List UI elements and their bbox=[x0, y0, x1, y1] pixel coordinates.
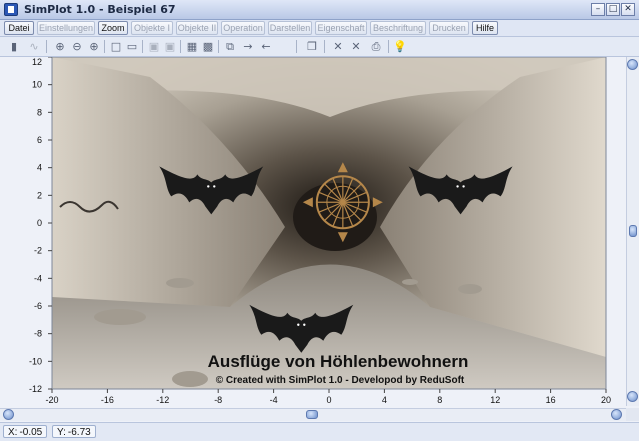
y-tick-label: -12 bbox=[29, 384, 42, 394]
scroll-left-arrow-icon[interactable] bbox=[3, 409, 14, 420]
zoom-fit-icon[interactable]: ⊕ bbox=[86, 39, 102, 54]
y-tick-label: 2 bbox=[37, 190, 42, 200]
zoom-out-icon[interactable]: ⊖ bbox=[69, 39, 85, 54]
menu-objekte-1[interactable]: Objekte I bbox=[131, 21, 173, 35]
close-x-icon[interactable]: ✕ bbox=[330, 39, 346, 54]
y-tick-label: 12 bbox=[32, 57, 42, 67]
toolbar-separator bbox=[46, 40, 47, 53]
frame2-icon[interactable]: ▣ bbox=[162, 39, 178, 54]
scroll-down-arrow-icon[interactable] bbox=[627, 391, 638, 402]
toolbar-separator bbox=[180, 40, 181, 53]
table-icon[interactable]: ▦ bbox=[184, 39, 200, 54]
menu-operation[interactable]: Operation bbox=[221, 21, 265, 35]
close-x2-icon[interactable]: ✕ bbox=[348, 39, 364, 54]
plot-caption: Ausflüge von Höhlenbewohnern bbox=[208, 352, 469, 371]
x-tick-label: 0 bbox=[326, 395, 331, 405]
window-title: SimPlot 1.0 - Beispiel 67 bbox=[24, 3, 176, 16]
close-button[interactable]: ✕ bbox=[621, 3, 635, 16]
menu-zoom[interactable]: Zoom bbox=[98, 21, 128, 35]
menu-beschriftung[interactable]: Beschriftung bbox=[370, 21, 426, 35]
vertical-scroll-thumb[interactable] bbox=[629, 225, 637, 237]
x-tick-label: -4 bbox=[270, 395, 278, 405]
x-tick-label: -20 bbox=[45, 395, 58, 405]
toolbar-separator bbox=[388, 40, 389, 53]
x-tick-label: -8 bbox=[214, 395, 222, 405]
toolbar: ▮ ∿ ⊕ ⊖ ⊕ □ ▭ ▣ ▣ ▦ ▩ ⧉ → ← ❐ ✕ ✕ ⎙ 💡 bbox=[0, 37, 639, 57]
menu-darstellen[interactable]: Darstellen bbox=[268, 21, 312, 35]
print-icon[interactable]: ⎙ bbox=[368, 39, 384, 54]
x-tick-label: 12 bbox=[490, 395, 500, 405]
bat-eye bbox=[207, 185, 210, 188]
x-tick-label: -16 bbox=[101, 395, 114, 405]
plot-area[interactable]: 12 10 8 6 4 2 0 -2 -4 -6 -8 -10 -12 -20 -16 -12 -8 -4 0 4 8 1… bbox=[0, 57, 626, 406]
horizontal-scroll-thumb[interactable] bbox=[306, 410, 318, 419]
y-tick-label: 4 bbox=[37, 163, 42, 173]
help-bulb-icon[interactable]: 💡 bbox=[392, 39, 408, 54]
frame-icon[interactable]: ▣ bbox=[146, 39, 162, 54]
y-tick-label: -6 bbox=[34, 301, 42, 311]
vertical-scrollbar[interactable] bbox=[626, 57, 639, 406]
x-tick-label: 16 bbox=[546, 395, 556, 405]
plot-canvas[interactable]: 121086420-2-4-6-8-10-12-20 -16 -12 -8 -4 0 4 8 1… bbox=[0, 57, 626, 406]
calculator-icon[interactable]: ▮ bbox=[6, 39, 22, 54]
plot-credit: © Created with SimPlot 1.0 - Developod b… bbox=[216, 375, 465, 386]
toolbar-separator bbox=[218, 40, 219, 53]
status-y-value: -6.73 bbox=[67, 427, 91, 438]
bat-eye bbox=[213, 185, 216, 188]
bat-eye bbox=[303, 323, 306, 326]
x-tick-label: 8 bbox=[437, 395, 442, 405]
square-icon[interactable]: □ bbox=[108, 39, 124, 54]
toolbar-separator bbox=[142, 40, 143, 53]
menu-objekte-2[interactable]: Objekte II bbox=[176, 21, 218, 35]
menu-hilfe[interactable]: Hilfe bbox=[472, 21, 498, 35]
bat-eye bbox=[297, 323, 300, 326]
maximize-button[interactable]: □ bbox=[606, 3, 620, 16]
status-y: Y: -6.73 bbox=[52, 425, 96, 438]
menu-drucken[interactable]: Drucken bbox=[429, 21, 469, 35]
arrow-left-icon[interactable]: ← bbox=[258, 39, 274, 54]
page-icon[interactable]: ❐ bbox=[304, 39, 320, 54]
scroll-right-arrow-icon[interactable] bbox=[611, 409, 622, 420]
y-tick-label: 10 bbox=[32, 80, 42, 90]
toolbar-separator bbox=[324, 40, 325, 53]
y-tick-label: 6 bbox=[37, 135, 42, 145]
status-x-label: X: bbox=[8, 427, 18, 438]
menu-eigenschaft[interactable]: Eigenschaft bbox=[315, 21, 367, 35]
status-bar: X: -0.05 Y: -6.73 bbox=[0, 422, 639, 441]
bat-eye bbox=[462, 185, 465, 188]
status-x: X: -0.05 bbox=[3, 425, 47, 438]
copy-icon[interactable]: ⧉ bbox=[222, 39, 238, 54]
x-tick-label: 20 bbox=[601, 395, 611, 405]
status-y-label: Y: bbox=[57, 427, 66, 438]
minimize-button[interactable]: – bbox=[591, 3, 605, 16]
function-icon[interactable]: ∿ bbox=[26, 39, 42, 54]
app-icon bbox=[4, 3, 18, 16]
y-tick-label: -8 bbox=[34, 329, 42, 339]
bat-eye bbox=[456, 185, 459, 188]
grid-icon[interactable]: ▭ bbox=[124, 39, 140, 54]
compass-spokes bbox=[316, 176, 369, 229]
x-tick-label: -12 bbox=[156, 395, 169, 405]
menu-datei[interactable]: Datei bbox=[4, 21, 34, 35]
y-tick-label: -10 bbox=[29, 356, 42, 366]
status-x-value: -0.05 bbox=[19, 427, 43, 438]
horizontal-scrollbar[interactable] bbox=[0, 408, 626, 421]
scroll-up-arrow-icon[interactable] bbox=[627, 59, 638, 70]
arrow-right-icon[interactable]: → bbox=[240, 39, 256, 54]
y-tick-label: -4 bbox=[34, 273, 42, 283]
cave-photo bbox=[52, 57, 606, 389]
scroll-corner bbox=[626, 408, 639, 421]
y-tick-label: 8 bbox=[37, 107, 42, 117]
y-tick-label: -2 bbox=[34, 246, 42, 256]
settings-icon[interactable]: ▩ bbox=[200, 39, 216, 54]
toolbar-separator bbox=[104, 40, 105, 53]
x-tick-label: 4 bbox=[382, 395, 387, 405]
y-tick-label: 0 bbox=[37, 218, 42, 228]
title-bar: SimPlot 1.0 - Beispiel 67 – □ ✕ bbox=[0, 0, 639, 20]
zoom-in-icon[interactable]: ⊕ bbox=[52, 39, 68, 54]
toolbar-separator bbox=[296, 40, 297, 53]
menu-bar: Datei Einstellungen Zoom Objekte I Objek… bbox=[0, 20, 639, 37]
menu-einstellungen[interactable]: Einstellungen bbox=[37, 21, 95, 35]
